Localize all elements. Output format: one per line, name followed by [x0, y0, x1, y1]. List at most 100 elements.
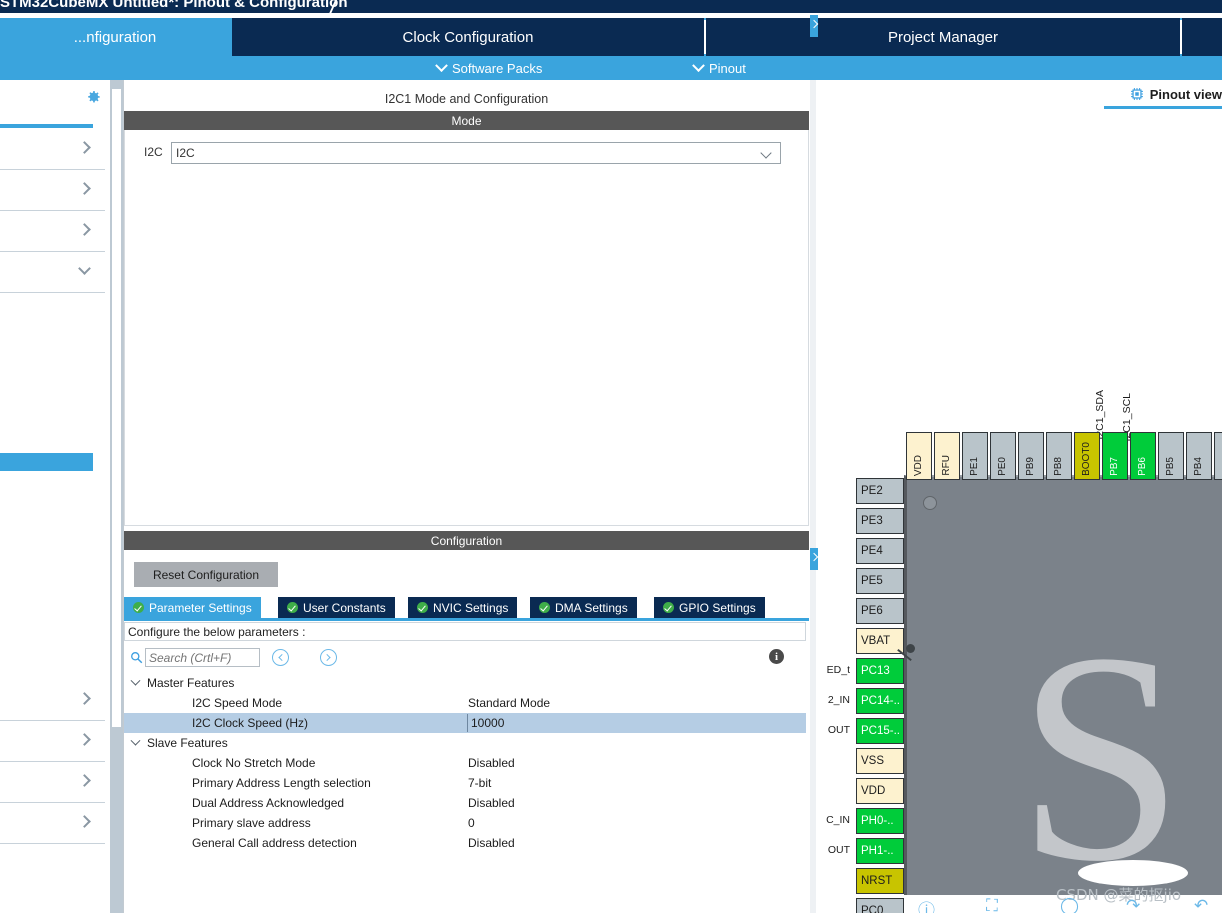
pin-nrst[interactable]: NRST	[856, 868, 904, 894]
tab-clock-configuration[interactable]: Clock Configuration	[232, 18, 704, 56]
pin-ph1[interactable]: PH1-..	[856, 838, 904, 864]
pin-pe3[interactable]: PE3	[856, 508, 904, 534]
pin-pe5[interactable]: PE5	[856, 568, 904, 594]
pin-label: PB8	[1053, 457, 1064, 476]
main-nav-bar: ...nfiguration Clock Configuration Proje…	[0, 18, 1222, 56]
sidebar-item-2[interactable]	[0, 170, 105, 211]
circle-right-arrow-icon	[323, 653, 331, 662]
sidebar-selected-item[interactable]	[0, 453, 93, 471]
signal-label-pc15: OUT	[827, 724, 850, 736]
pin-pb8[interactable]: PB8	[1046, 432, 1072, 480]
pin-pb9[interactable]: PB9	[1018, 432, 1044, 480]
menu-pinout[interactable]: Pinout	[692, 56, 746, 80]
pin-pc15[interactable]: PC15-..	[856, 718, 904, 744]
tab-user-constants[interactable]: User Constants	[278, 597, 395, 618]
pin-pe4[interactable]: PE4	[856, 538, 904, 564]
param-value[interactable]: 10000	[467, 714, 805, 732]
sidebar-active-indicator	[0, 124, 93, 128]
param-row-general-call-address-detection[interactable]: General Call address detection Disabled	[124, 833, 806, 853]
reset-configuration-button[interactable]: Reset Configuration	[134, 562, 278, 587]
check-circle-icon	[133, 602, 144, 613]
tab-parameter-settings[interactable]: Parameter Settings	[124, 597, 261, 618]
pin-pb4[interactable]: PB4	[1186, 432, 1212, 480]
rotate-right-icon[interactable]: ↷	[1126, 896, 1140, 913]
sidebar-item-3[interactable]	[0, 211, 105, 252]
pin-pc13[interactable]: PC13	[856, 658, 904, 684]
chevron-right-icon	[78, 182, 91, 195]
pin-boot0[interactable]: BOOT0	[1074, 432, 1100, 480]
param-row-primary-address-length[interactable]: Primary Address Length selection 7-bit	[124, 773, 806, 793]
sidebar-item-7[interactable]	[0, 762, 105, 803]
rotate-left-icon[interactable]: ↶	[1194, 896, 1208, 913]
pin-label: NRST	[861, 875, 893, 887]
pin-pb6[interactable]: PB6	[1130, 432, 1156, 480]
tab-pinout-configuration[interactable]: ...nfiguration	[0, 18, 230, 56]
search-input[interactable]	[145, 648, 260, 667]
pin-ph0[interactable]: PH0-..	[856, 808, 904, 834]
chevron-down-icon	[130, 735, 141, 746]
pinout-bottom-toolbar: ⓘ ⛶ ◯ ↷ ↶	[900, 896, 1222, 913]
pin-label: VSS	[861, 755, 885, 767]
pin-pe0[interactable]: PE0	[990, 432, 1016, 480]
tab-project-manager[interactable]: Project Manager	[706, 18, 1180, 56]
sidebar-splitter-handle[interactable]	[111, 88, 122, 728]
pin-label: PB4	[1193, 457, 1204, 476]
info-circle-icon[interactable]: ⓘ	[918, 896, 935, 913]
pin-pe2[interactable]: PE2	[856, 478, 904, 504]
configure-hint: Configure the below parameters :	[124, 622, 806, 641]
pin-vdd-top[interactable]: VDD	[906, 432, 932, 480]
pin-pe1[interactable]: PE1	[962, 432, 988, 480]
param-value: Standard Mode	[468, 696, 551, 710]
next-match-button[interactable]	[320, 649, 337, 666]
fit-screen-icon[interactable]: ⛶	[986, 896, 998, 913]
panel-collapse-arrow-top[interactable]	[810, 15, 818, 37]
tab-gpio-settings[interactable]: GPIO Settings	[654, 597, 765, 618]
pin-vdd-left[interactable]: VDD	[856, 778, 904, 804]
zoom-circle-icon[interactable]: ◯	[1060, 896, 1079, 913]
pin-pc14[interactable]: PC14-..	[856, 688, 904, 714]
info-icon[interactable]: i	[769, 649, 784, 664]
check-circle-icon	[663, 602, 674, 613]
param-row-i2c-speed-mode[interactable]: I2C Speed Mode Standard Mode	[124, 693, 806, 713]
previous-match-button[interactable]	[272, 649, 289, 666]
menu-software-packs[interactable]: Software Packs	[435, 56, 542, 80]
tab-overflow[interactable]	[1182, 18, 1222, 56]
sidebar-item-1[interactable]	[0, 129, 105, 170]
param-row-clock-no-stretch-mode[interactable]: Clock No Stretch Mode Disabled	[124, 753, 806, 773]
parameter-tree: Master Features I2C Speed Mode Standard …	[124, 673, 806, 913]
chip-body[interactable]: S	[904, 475, 1222, 907]
pin-pc0[interactable]: PC0	[856, 898, 904, 913]
pinout-view-label: Pinout view	[1149, 86, 1222, 102]
pin-pb5[interactable]: PB5	[1158, 432, 1184, 480]
pin-rfu[interactable]: RFU	[934, 432, 960, 480]
chip-icon	[1130, 88, 1143, 100]
tab-dma-settings[interactable]: DMA Settings	[530, 597, 637, 618]
i2c-mode-select[interactable]: I2C	[171, 142, 781, 164]
param-group-master-features[interactable]: Master Features	[124, 673, 806, 693]
tab-nvic-settings[interactable]: NVIC Settings	[408, 597, 518, 618]
circle-left-arrow-icon	[278, 653, 286, 662]
sidebar-item-5[interactable]	[0, 680, 105, 721]
sidebar-item-8[interactable]	[0, 803, 105, 844]
panel-collapse-arrow-bottom[interactable]	[810, 548, 818, 570]
pin-pb7[interactable]: PB7	[1102, 432, 1128, 480]
param-group-slave-features[interactable]: Slave Features	[124, 733, 806, 753]
sub-nav-bar: Software Packs Pinout	[0, 56, 1222, 80]
sidebar-toolbar	[0, 80, 110, 114]
param-name: Primary Address Length selection	[192, 776, 371, 790]
gear-icon[interactable]	[84, 88, 102, 106]
sidebar-item-4[interactable]	[0, 252, 105, 293]
param-row-i2c-clock-speed[interactable]: I2C Clock Speed (Hz) 10000	[124, 713, 806, 733]
param-row-primary-slave-address[interactable]: Primary slave address 0	[124, 813, 806, 833]
param-row-dual-address-acknowledged[interactable]: Dual Address Acknowledged Disabled	[124, 793, 806, 813]
pinout-pane: Pinout view S I2C1_SDA I2C1_SCL VDD RFU …	[818, 80, 1222, 913]
pin-pb3[interactable]: PB3	[1214, 432, 1222, 480]
pin-vss[interactable]: VSS	[856, 748, 904, 774]
sidebar-item-6[interactable]	[0, 721, 105, 762]
center-panel-scrollbar[interactable]	[810, 80, 816, 913]
pin-pe6[interactable]: PE6	[856, 598, 904, 624]
chevron-down-icon	[78, 262, 91, 275]
configuration-section-header: Configuration	[124, 531, 809, 550]
chevron-right-icon	[78, 692, 91, 705]
param-value: Disabled	[468, 756, 515, 770]
